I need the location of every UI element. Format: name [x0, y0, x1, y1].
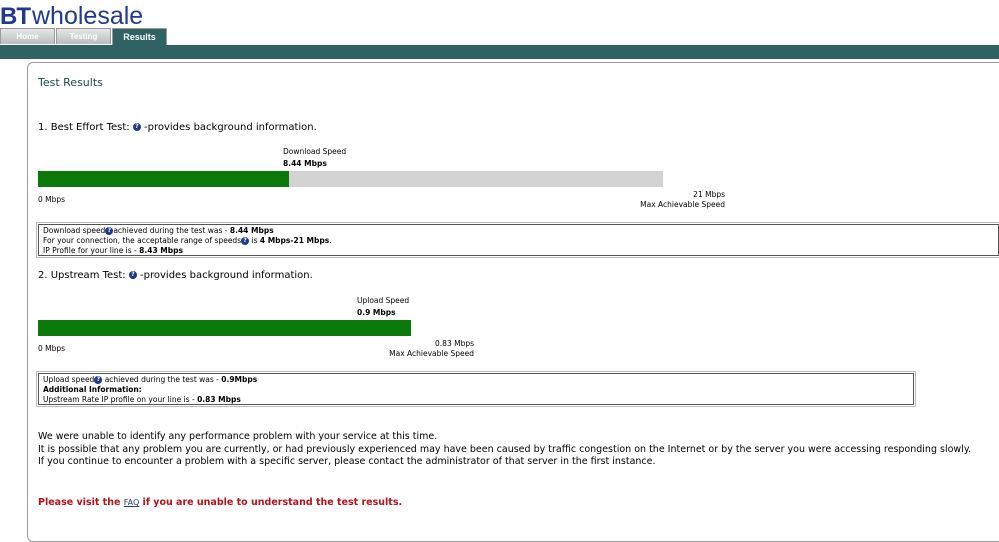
best-effort-heading-suffix: -provides background information. — [144, 122, 317, 133]
help-icon[interactable]: ? — [128, 271, 137, 279]
message-line-3: If you continue to encounter a problem w… — [38, 456, 656, 467]
upload-max-caption: Max Achievable Speed — [389, 349, 474, 358]
message-line-1: We were unable to identify any performan… — [38, 431, 438, 442]
tab-testing[interactable]: Testing — [56, 28, 111, 44]
best-effort-info-box: Download speed? achieved during the test … — [36, 222, 999, 258]
tab-bar: Home Testing Results — [0, 28, 168, 45]
faq-link[interactable]: FAQ — [124, 498, 140, 507]
download-max-caption: Max Achievable Speed — [640, 200, 725, 209]
info-additional-label: Additional Information: — [43, 385, 142, 394]
faq-prompt: Please visit the FAQ if you are unable t… — [38, 497, 402, 508]
message-line-2: It is possible that any problem you are … — [38, 443, 972, 455]
help-icon[interactable]: ? — [132, 123, 141, 131]
results-panel — [27, 62, 999, 542]
info-upload-label: Upload speed — [43, 375, 95, 384]
logo-bt: BT — [0, 3, 31, 30]
info-line-range: For your connection, the acceptable rang… — [43, 236, 994, 246]
info-download-value: 8.44 Mbps — [229, 226, 274, 235]
upload-speed-value: 0.9 Mbps — [357, 308, 396, 317]
info-upload-mid: achieved during the test was - — [102, 375, 222, 384]
tab-home[interactable]: Home — [0, 28, 55, 44]
upload-speed-caption: Upload Speed — [357, 296, 410, 305]
info-range-mid: is — [249, 236, 260, 245]
info-upstream-profile-label: Upstream Rate IP profile on your line is… — [43, 395, 198, 404]
best-effort-heading-text: 1. Best Effort Test: — [38, 122, 130, 133]
info-ip-profile-value: 8.43 Mbps — [139, 246, 183, 255]
download-speed-value: 8.44 Mbps — [283, 159, 327, 168]
info-download-label: Download speed — [43, 226, 106, 235]
info-ip-profile-label: IP Profile for your line is - — [43, 246, 140, 255]
bt-wholesale-logo: BTwholesale — [0, 2, 143, 30]
tab-results[interactable]: Results — [112, 28, 167, 45]
page-title: Test Results — [38, 76, 103, 89]
faq-post-text: if you are unable to understand the test… — [139, 497, 403, 508]
download-speed-bar — [38, 171, 289, 187]
help-icon[interactable]: ? — [241, 237, 250, 245]
download-max-value: 21 Mbps — [693, 190, 725, 199]
info-range-value: 4 Mbps-21 Mbps — [259, 236, 330, 245]
upload-speed-bar — [38, 320, 411, 336]
download-min-label: 0 Mbps — [38, 195, 66, 204]
info-line-upload: Upload speed? achieved during the test w… — [43, 375, 909, 385]
upload-min-label: 0 Mbps — [38, 344, 66, 353]
info-line-upstream-profile: Upstream Rate IP profile on your line is… — [43, 395, 909, 405]
result-message: We were unable to identify any performan… — [38, 431, 971, 469]
upload-max-value: 0.83 Mbps — [435, 339, 474, 348]
info-download-mid: achieved during the test was - — [113, 226, 230, 235]
info-upload-value: 0.9Mbps — [221, 375, 258, 384]
info-range-label: For your connection, the acceptable rang… — [43, 236, 242, 245]
info-line-ip-profile: IP Profile for your line is - 8.43 Mbps — [43, 246, 994, 256]
info-line-additional: Additional Information: — [43, 385, 909, 395]
upstream-heading-text: 2. Upstream Test: — [38, 270, 126, 281]
upstream-heading-suffix: -provides background information. — [140, 270, 313, 281]
info-upstream-profile-value: 0.83 Mbps — [197, 395, 241, 404]
faq-pre-text: Please visit the — [38, 497, 124, 508]
logo-wholesale: wholesale — [32, 2, 144, 30]
download-speed-caption: Download Speed — [283, 147, 347, 156]
best-effort-heading: 1. Best Effort Test: ? -provides backgro… — [38, 122, 317, 133]
header-bar — [0, 45, 999, 59]
info-line-download: Download speed? achieved during the test … — [43, 226, 994, 236]
info-range-end: . — [329, 236, 332, 245]
upstream-heading: 2. Upstream Test: ? -provides background… — [38, 270, 313, 281]
upstream-info-box: Upload speed? achieved during the test w… — [36, 371, 916, 407]
